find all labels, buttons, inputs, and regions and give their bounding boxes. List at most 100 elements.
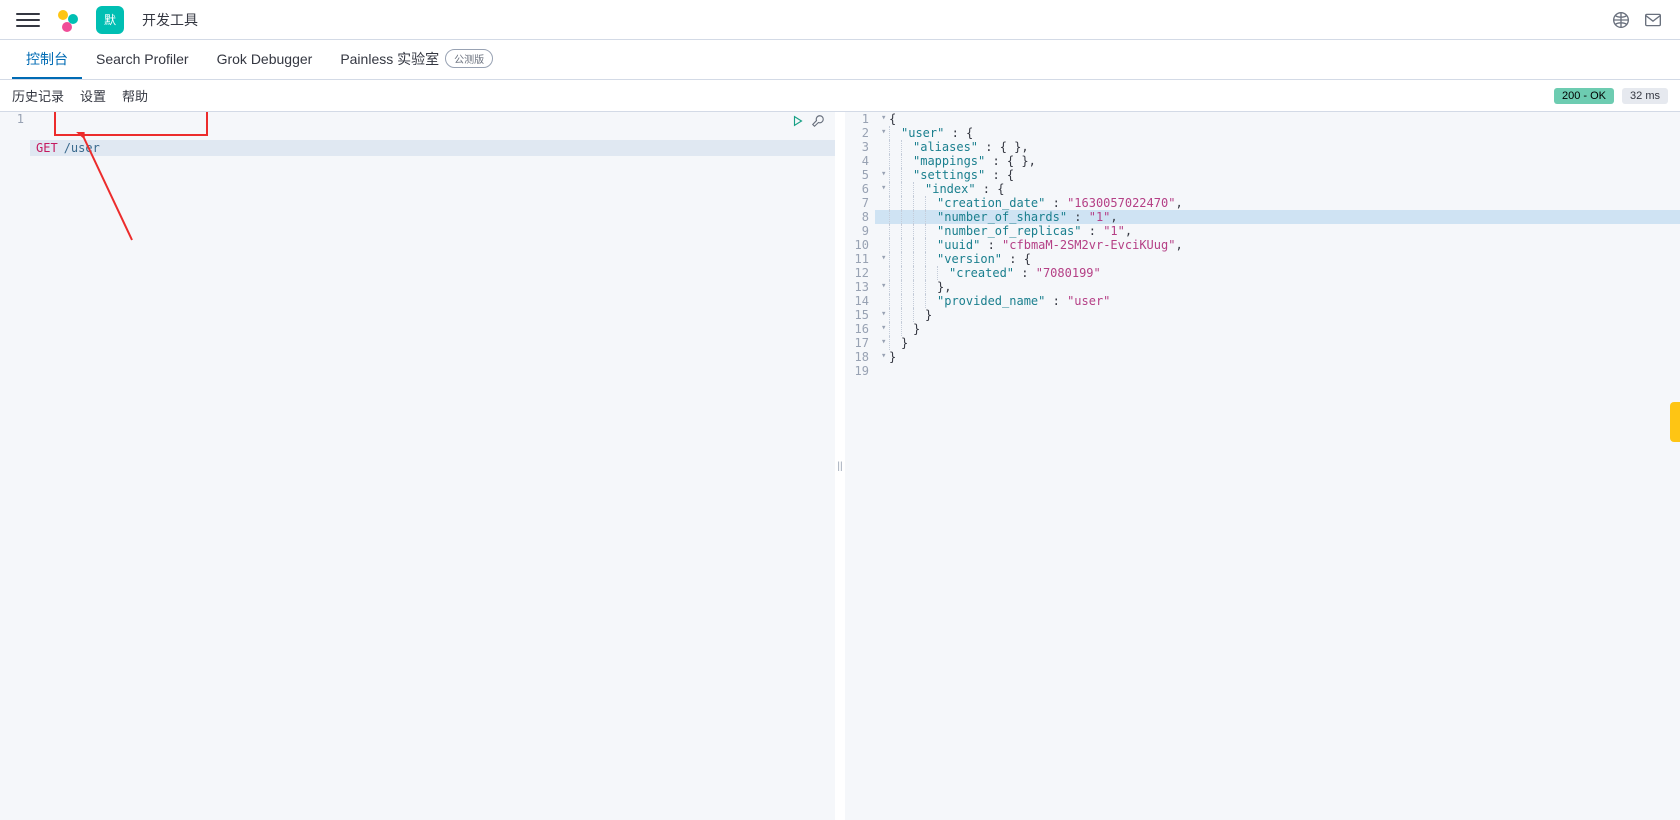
request-line[interactable]: GET /user	[30, 140, 835, 156]
line-number: 15	[845, 308, 869, 322]
request-editor[interactable]: 1 GET /user	[0, 112, 835, 820]
tab-painless-lab[interactable]: Painless 实验室 公测版	[326, 40, 507, 79]
response-line: ▾"settings" : {	[875, 168, 1680, 182]
json-punct: :	[1045, 294, 1067, 308]
json-punct: : {	[944, 126, 973, 140]
json-punct: }	[901, 336, 908, 350]
header-left: 默 开发工具	[8, 6, 198, 34]
pane-splitter[interactable]: ||	[835, 112, 845, 820]
menubar-left: 历史记录 设置 帮助	[12, 86, 148, 105]
line-number: 19	[845, 364, 869, 378]
response-line: "provided_name" : "user"	[875, 294, 1680, 308]
wrench-icon[interactable]	[811, 114, 825, 128]
json-key: "creation_date"	[937, 196, 1045, 210]
response-code[interactable]: ▾{▾"user" : {"aliases" : { },"mappings" …	[875, 112, 1680, 378]
json-punct: : {	[985, 168, 1014, 182]
line-number: 7	[845, 196, 869, 210]
console-menubar: 历史记录 设置 帮助 200 - OK 32 ms	[0, 80, 1680, 112]
json-key: "number_of_shards"	[937, 210, 1067, 224]
json-string: "cfbmaM-2SM2vr-EvciKUug"	[1002, 238, 1175, 252]
json-punct: : {	[1002, 252, 1031, 266]
line-number: 14	[845, 294, 869, 308]
menu-icon[interactable]	[16, 8, 40, 32]
response-line: ▾ "version" : {	[875, 252, 1680, 266]
json-punct: : { },	[978, 140, 1029, 154]
status-badge: 200 - OK	[1554, 88, 1614, 104]
line-number: 1	[845, 112, 869, 126]
space-selector[interactable]: 默	[96, 6, 124, 34]
fold-icon[interactable]: ▾	[881, 167, 889, 181]
tab-search-profiler[interactable]: Search Profiler	[82, 40, 203, 79]
line-number: 8	[845, 210, 869, 224]
response-line: ▾}	[875, 350, 1680, 364]
beta-badge: 公测版	[445, 49, 493, 68]
response-line: ▾},	[875, 280, 1680, 294]
response-line: ▾}	[875, 322, 1680, 336]
json-key: "uuid"	[937, 238, 980, 252]
annotation-highlight-box	[54, 112, 208, 136]
json-punct: ,	[1175, 196, 1182, 210]
send-request-icon[interactable]	[791, 114, 805, 128]
fold-icon[interactable]: ▾	[881, 349, 889, 363]
fold-icon[interactable]: ▾	[881, 335, 889, 349]
app-header: 默 开发工具	[0, 0, 1680, 40]
json-punct: ,	[1175, 238, 1182, 252]
response-line: ▾{	[875, 112, 1680, 126]
http-method: GET	[36, 141, 58, 155]
request-gutter: 1	[0, 112, 30, 128]
json-key: "index"	[925, 182, 976, 196]
json-key: "number_of_replicas"	[937, 224, 1082, 238]
json-punct: ,	[1125, 224, 1132, 238]
json-punct: }	[925, 308, 932, 322]
line-number: 2	[845, 126, 869, 140]
response-line: ▾}	[875, 336, 1680, 350]
json-punct: :	[1014, 266, 1036, 280]
response-line: ▾"index" : {	[875, 182, 1680, 196]
fold-icon[interactable]: ▾	[881, 181, 889, 195]
menu-history[interactable]: 历史记录	[12, 86, 64, 105]
response-viewer[interactable]: 12345678910111213141516171819 ▾{▾"user" …	[845, 112, 1680, 820]
json-key: "created"	[949, 266, 1014, 280]
fold-icon[interactable]: ▾	[881, 307, 889, 321]
line-number: 1	[0, 112, 24, 128]
response-line: "aliases" : { },	[875, 140, 1680, 154]
json-string: "1630057022470"	[1067, 196, 1175, 210]
fold-icon[interactable]: ▾	[881, 112, 889, 125]
json-key: "provided_name"	[937, 294, 1045, 308]
fold-icon[interactable]: ▾	[881, 279, 889, 293]
console-main: 1 GET /user || 1234567891011121314151617…	[0, 112, 1680, 820]
response-line: "number_of_shards" : "1",	[875, 210, 1680, 224]
json-punct: ,	[1110, 210, 1117, 224]
line-number: 11	[845, 252, 869, 266]
json-string: "1"	[1089, 210, 1111, 224]
tab-label: Painless 实验室	[340, 49, 439, 69]
line-number: 17	[845, 336, 869, 350]
fold-icon[interactable]: ▾	[881, 125, 889, 139]
tab-grok-debugger[interactable]: Grok Debugger	[203, 40, 327, 79]
line-number: 3	[845, 140, 869, 154]
tab-console[interactable]: 控制台	[12, 40, 82, 79]
json-punct: },	[937, 280, 951, 294]
json-key: "mappings"	[913, 154, 985, 168]
tab-label: Grok Debugger	[217, 51, 313, 67]
json-punct: :	[1045, 196, 1067, 210]
newsfeed-icon[interactable]	[1612, 11, 1630, 29]
breadcrumb[interactable]: 开发工具	[142, 10, 198, 30]
line-number: 12	[845, 266, 869, 280]
fold-icon[interactable]: ▾	[881, 251, 889, 265]
response-line: "creation_date" : "1630057022470",	[875, 196, 1680, 210]
line-number: 10	[845, 238, 869, 252]
json-punct: :	[1082, 224, 1104, 238]
menu-help[interactable]: 帮助	[122, 86, 148, 105]
mail-icon[interactable]	[1644, 11, 1662, 29]
json-key: "user"	[901, 126, 944, 140]
side-flyout-handle[interactable]	[1670, 402, 1680, 442]
request-code[interactable]: GET /user	[30, 112, 835, 226]
fold-icon[interactable]: ▾	[881, 321, 889, 335]
json-key: "version"	[937, 252, 1002, 266]
tab-label: 控制台	[26, 49, 68, 69]
elastic-logo-icon[interactable]	[56, 8, 80, 32]
json-key: "aliases"	[913, 140, 978, 154]
menu-settings[interactable]: 设置	[80, 86, 106, 105]
response-line: ▾}	[875, 308, 1680, 322]
